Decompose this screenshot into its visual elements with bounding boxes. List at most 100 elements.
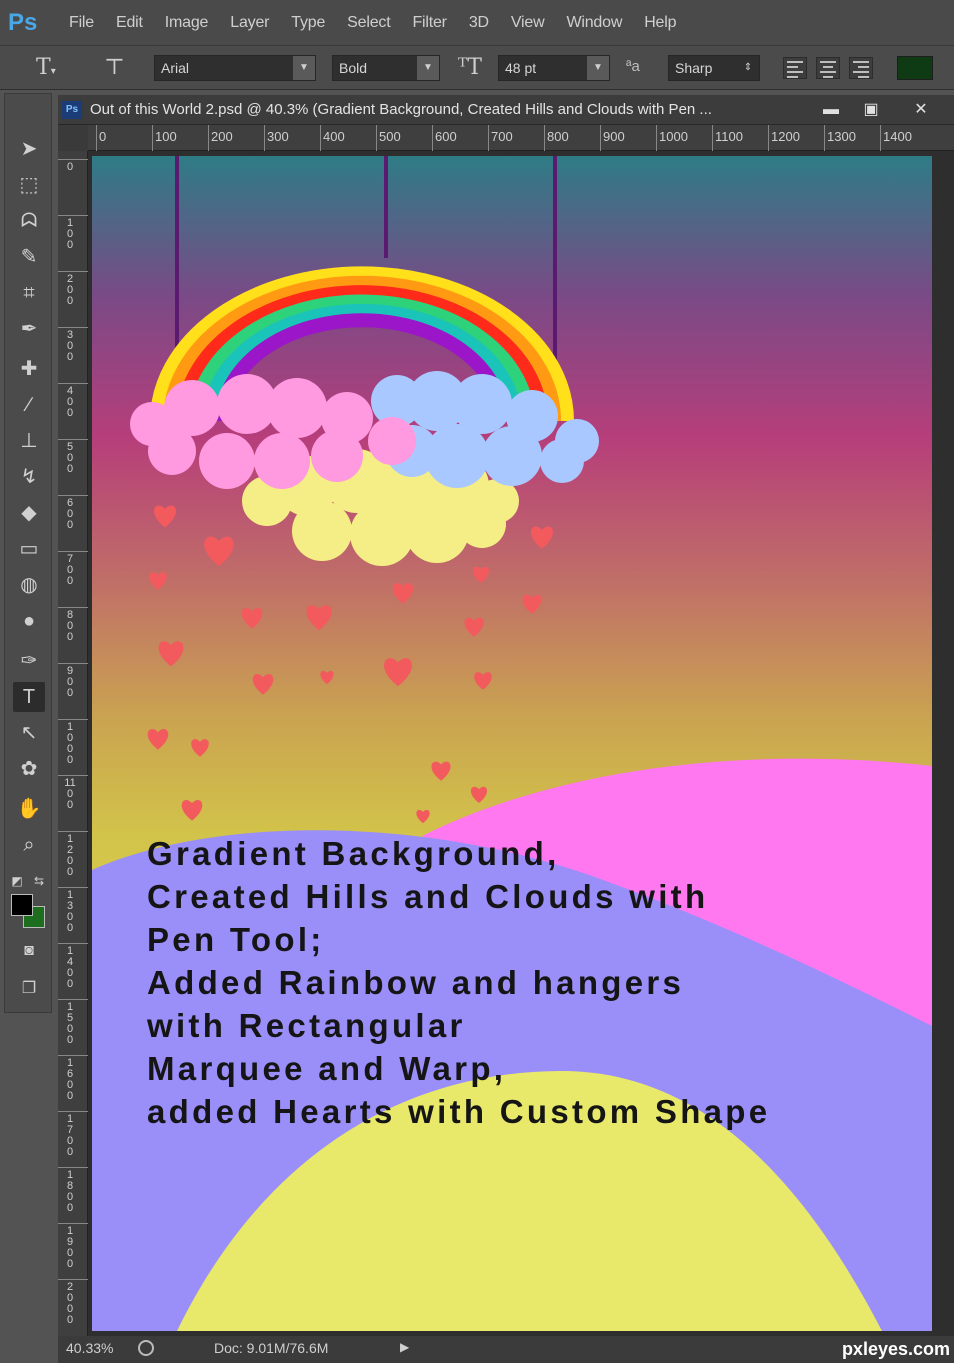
heart-shape	[158, 641, 184, 667]
move-tool-icon[interactable]: ➤	[13, 134, 45, 164]
status-bar: 40.33% Doc: 9.01M/76.6M ▶	[58, 1336, 954, 1363]
align-center-button[interactable]	[816, 57, 840, 79]
zoom-level[interactable]: 40.33%	[66, 1340, 113, 1356]
ruler-tick	[58, 1055, 88, 1056]
menu-3d[interactable]: 3D	[458, 14, 500, 32]
ruler-label: 1700	[66, 1113, 74, 1158]
photoshop-logo[interactable]: Ps	[8, 2, 50, 44]
restore-icon[interactable]: ▣	[858, 99, 884, 121]
heart-shape	[474, 672, 492, 690]
document-tab[interactable]: Ps Out of this World 2.psd @ 40.3% (Grad…	[58, 95, 954, 125]
heart-shape	[306, 605, 332, 631]
ruler-tick	[58, 159, 88, 160]
screen-mode-icon[interactable]: ❐	[13, 974, 45, 1004]
heart-shape	[530, 526, 554, 549]
zoom-tool-icon[interactable]: ⌕	[13, 830, 45, 860]
minimize-icon[interactable]: ▬	[818, 99, 844, 121]
foreground-color-swatch[interactable]	[11, 894, 33, 916]
lasso-tool-icon[interactable]: ᗣ	[13, 206, 45, 236]
font-family-select[interactable]: Arial ▼	[154, 55, 316, 81]
type-tool-icon[interactable]: T	[13, 682, 45, 712]
canvas[interactable]: Gradient Background, Created Hills and C…	[92, 156, 932, 1331]
healing-brush-tool-icon[interactable]: ✚	[13, 354, 45, 384]
quick-select-tool-icon[interactable]: ✎	[13, 242, 45, 272]
ruler-label: 200	[66, 273, 74, 307]
anti-alias-value: Sharp	[675, 60, 713, 76]
ruler-tick	[712, 125, 713, 151]
ruler-tick	[58, 551, 88, 552]
crop-tool-icon[interactable]: ⌗	[13, 278, 45, 308]
canvas-text-layer[interactable]: Gradient Background, Created Hills and C…	[147, 832, 927, 1133]
menu-type[interactable]: Type	[280, 14, 336, 32]
ruler-label: 600	[435, 129, 457, 144]
text-color-swatch[interactable]	[897, 56, 933, 80]
swap-colors-icon[interactable]: ⇆	[29, 866, 49, 896]
menu-image[interactable]: Image	[154, 14, 219, 32]
font-style-value: Bold	[339, 60, 368, 76]
dodge-tool-icon[interactable]: ●	[13, 606, 45, 636]
menu-edit[interactable]: Edit	[105, 14, 154, 32]
canvas-text-line: added Hearts with Custom Shape	[147, 1093, 771, 1130]
pen-tool-icon[interactable]: ✑	[13, 646, 45, 676]
horizontal-ruler[interactable]: 0 100 200 300 400 500 600 700 800 900 1000 1100 1200…	[88, 125, 954, 151]
marquee-tool-icon[interactable]: ⬚	[13, 170, 45, 200]
eyedropper-tool-icon[interactable]: ✒	[13, 314, 45, 344]
updown-icon: ⇕	[743, 62, 753, 73]
anti-alias-select[interactable]: Sharp ⇕	[668, 55, 760, 81]
type-tool-preset-icon[interactable]: T▾	[36, 54, 56, 82]
ruler-tick	[152, 125, 153, 151]
ruler-label: 1600	[66, 1057, 74, 1102]
status-info-icon[interactable]	[138, 1340, 154, 1356]
clone-stamp-tool-icon[interactable]: ⊥	[13, 426, 45, 456]
close-icon[interactable]: ✕	[908, 99, 934, 121]
ruler-label: 900	[603, 129, 625, 144]
vertical-ruler[interactable]: 0 100 200 300 400 500 600 700 800 900 1000 1100 1200…	[58, 151, 88, 1339]
history-brush-tool-icon[interactable]: ↯	[13, 462, 45, 492]
ruler-label: 1000	[659, 129, 688, 144]
quick-mask-icon[interactable]: ◙	[13, 936, 45, 966]
gradient-tool-icon[interactable]: ▭	[13, 534, 45, 564]
align-left-button[interactable]	[783, 57, 807, 79]
menu-window[interactable]: Window	[555, 14, 633, 32]
heart-shape	[147, 729, 169, 750]
ruler-label: 1300	[66, 889, 74, 934]
hanger	[553, 156, 557, 361]
align-right-button[interactable]	[849, 57, 873, 79]
ruler-label: 0	[99, 129, 107, 144]
eraser-tool-icon[interactable]: ◆	[13, 498, 45, 528]
menu-view[interactable]: View	[500, 14, 556, 32]
ruler-tick	[58, 439, 88, 440]
ruler-label: 700	[66, 553, 74, 587]
menu-help[interactable]: Help	[633, 14, 687, 32]
status-menu-arrow-icon[interactable]: ▶	[400, 1340, 409, 1354]
canvas-artwork	[92, 156, 932, 1331]
heart-shape	[472, 566, 490, 583]
heart-shape	[153, 505, 177, 528]
brush-tool-icon[interactable]: ∕	[13, 390, 45, 420]
menu-select[interactable]: Select	[336, 14, 401, 32]
heart-shape	[470, 786, 488, 803]
hand-tool-icon[interactable]: ✋	[13, 794, 45, 824]
blur-tool-icon[interactable]: ◍	[13, 570, 45, 600]
menu-layer[interactable]: Layer	[219, 14, 280, 32]
ruler-label: 800	[66, 609, 74, 643]
ruler-tick	[824, 125, 825, 151]
canvas-text-line: Added Rainbow and hangers	[147, 964, 685, 1001]
default-colors-icon[interactable]: ◩	[7, 866, 27, 896]
custom-shape-tool-icon[interactable]: ✿	[13, 754, 45, 784]
heart-shape	[241, 608, 263, 629]
font-style-select[interactable]: Bold ▼	[332, 55, 440, 81]
ruler-label: 1900	[66, 1225, 74, 1270]
ruler-tick	[58, 495, 88, 496]
ruler-tick	[58, 215, 88, 216]
path-selection-tool-icon[interactable]: ↖	[13, 718, 45, 748]
ruler-tick	[58, 999, 88, 1000]
heart-shape	[149, 572, 167, 590]
heart-shape	[320, 670, 334, 685]
anti-alias-icon: ªa	[626, 58, 640, 75]
menu-file[interactable]: File	[58, 14, 105, 32]
font-size-select[interactable]: 48 pt ▼	[498, 55, 610, 81]
heart-shape	[384, 658, 412, 687]
menu-filter[interactable]: Filter	[401, 14, 457, 32]
toggle-orientation-icon[interactable]: ⊤	[104, 54, 125, 82]
